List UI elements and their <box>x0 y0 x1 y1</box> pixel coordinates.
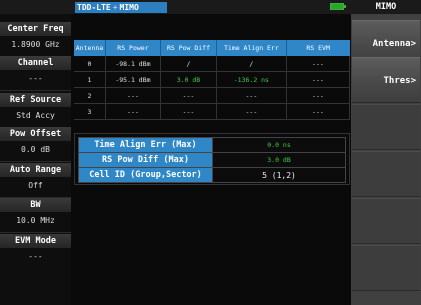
table-row: 2 --- --- --- --- <box>74 87 351 104</box>
param-label: EVM Mode <box>0 234 71 248</box>
param-value: Off <box>28 181 43 190</box>
param-label: Ref Source <box>0 93 71 107</box>
param-label: Auto Range <box>0 163 71 177</box>
table-cell: 2 <box>74 87 106 104</box>
table-row: 0 -98.1 dBm / / --- <box>74 56 351 72</box>
table-row: 1 -95.1 dBm 3.0 dB -136.2 ns --- <box>74 71 351 88</box>
param-value: 10.0 MHz <box>16 216 55 225</box>
summary-value: 3.0 dB <box>212 152 346 168</box>
column-header: Antenna <box>74 40 106 56</box>
table-cell: 3.0 dB <box>160 71 217 88</box>
table-cell: -98.1 dBm <box>105 56 162 72</box>
table-cell: 1 <box>74 71 106 88</box>
summary-row: RS Pow Diff (Max) 3.0 dB <box>78 152 346 168</box>
empty-softkey[interactable] <box>352 245 420 291</box>
table-cell: --- <box>286 56 351 72</box>
antenna-table: Antenna RS Power RS Pow Diff Time Align … <box>74 40 351 120</box>
table-cell: --- <box>160 87 217 104</box>
param-label: Channel <box>0 56 71 70</box>
param-value: 1.8900 GHz <box>11 40 60 49</box>
table-cell: / <box>160 56 217 72</box>
column-header: RS Pow Diff <box>160 40 217 56</box>
table-cell: --- <box>160 103 217 120</box>
param-label: Pow Offset <box>0 127 71 141</box>
mode-label: MIMO <box>119 3 139 12</box>
table-row: 3 --- --- --- --- <box>74 103 351 120</box>
thres-softkey[interactable]: Thres> <box>352 57 420 103</box>
table-cell: 0 <box>74 56 106 72</box>
param-label: BW <box>0 198 71 212</box>
softkey-label: Thres> <box>383 76 416 86</box>
menu-title: MIMO <box>351 0 421 14</box>
tech-label: TDD-LTE <box>77 3 111 12</box>
summary-label: Cell ID (Group,Sector) <box>78 167 213 183</box>
param-label: Center Freq <box>0 22 71 36</box>
table-cell: / <box>216 56 287 72</box>
divider <box>0 161 71 162</box>
battery-icon <box>330 3 346 10</box>
table-header-row: Antenna RS Power RS Pow Diff Time Align … <box>74 40 350 56</box>
status-bar: TDD-LTE + MIMO <box>0 0 351 14</box>
table-cell: -95.1 dBm <box>105 71 162 88</box>
param-value: --- <box>28 74 43 83</box>
summary-row: Cell ID (Group,Sector) 5 (1,2) <box>78 167 346 183</box>
divider <box>0 232 71 233</box>
summary-label: Time Align Err (Max) <box>78 137 213 153</box>
parameter-panel: Center Freq 1.8900 GHz Channel --- Ref S… <box>0 14 71 305</box>
table-cell: --- <box>286 71 351 88</box>
table-cell: --- <box>286 103 351 120</box>
param-value: --- <box>28 252 43 261</box>
summary-table: Time Align Err (Max) 0.0 ns RS Pow Diff … <box>78 137 346 183</box>
softkey-panel: MIMO Antenna> Thres> <box>351 0 421 305</box>
table-cell: --- <box>105 103 162 120</box>
mode-separator: + <box>112 3 118 12</box>
summary-row: Time Align Err (Max) 0.0 ns <box>78 137 346 153</box>
summary-value: 5 (1,2) <box>212 167 346 183</box>
column-header: Time Align Err <box>216 40 287 56</box>
table-cell: --- <box>105 87 162 104</box>
table-cell: -136.2 ns <box>216 71 287 88</box>
empty-softkey[interactable] <box>352 198 420 244</box>
divider <box>0 90 71 91</box>
column-header: RS Power <box>105 40 162 56</box>
softkey-label: Antenna> <box>372 39 416 49</box>
empty-softkey[interactable] <box>352 104 420 150</box>
param-value: Std Accy <box>16 111 55 120</box>
table-cell: --- <box>216 103 287 120</box>
summary-label: RS Pow Diff (Max) <box>78 152 213 168</box>
summary-value: 0.0 ns <box>212 137 346 153</box>
param-value: 0.0 dB <box>21 145 50 154</box>
column-header: RS EVM <box>286 40 350 56</box>
table-cell: 3 <box>74 103 106 120</box>
mode-indicator: TDD-LTE + MIMO <box>75 2 167 13</box>
empty-softkey[interactable] <box>352 151 420 197</box>
table-cell: --- <box>216 87 287 104</box>
table-cell: --- <box>286 87 351 104</box>
